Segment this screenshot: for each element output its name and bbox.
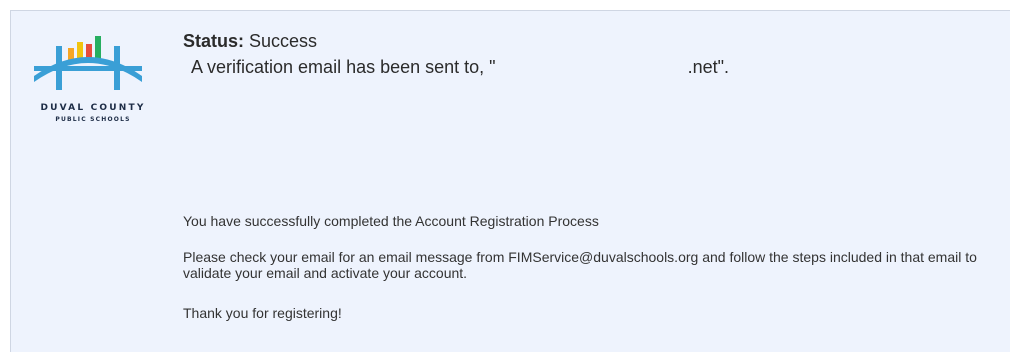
duval-county-logo: DUVAL COUNTY PUBLIC SCHOOLS [28, 24, 158, 124]
status-value: Success [249, 31, 318, 51]
status-heading: Status: Success [183, 31, 317, 52]
verification-prefix: A verification email has been sent to, " [191, 57, 496, 77]
verification-suffix: .net". [687, 57, 729, 77]
completed-message: You have successfully completed the Acco… [183, 213, 599, 229]
instructions-message: Please check your email for an email mes… [183, 249, 977, 281]
logo-text-duval-county: DUVAL COUNTY [40, 103, 146, 113]
verification-message: A verification email has been sent to, "… [191, 57, 911, 78]
status-label: Status: [183, 31, 245, 51]
logo-mark-icon [34, 36, 142, 90]
thanks-message: Thank you for registering! [183, 305, 342, 321]
status-panel: DUVAL COUNTY PUBLIC SCHOOLS Status: Succ… [10, 10, 1010, 352]
logo-text-public-schools: PUBLIC SCHOOLS [55, 116, 131, 123]
